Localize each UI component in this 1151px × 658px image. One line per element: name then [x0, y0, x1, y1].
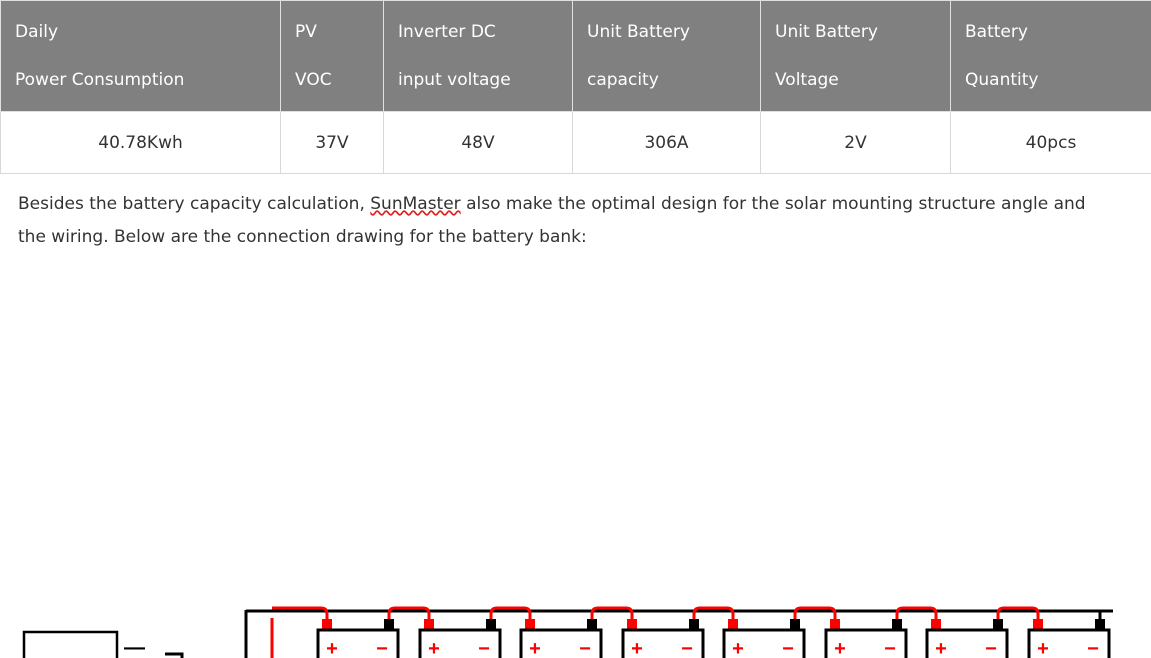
- battery-positive-terminal: [1033, 619, 1043, 630]
- battery-cell[interactable]: + −: [1027, 619, 1111, 658]
- cell-unit-battery-capacity: 306A: [572, 111, 761, 174]
- table-row: 40.78Kwh 37V 48V 306A 2V 40pcs: [0, 111, 1151, 174]
- header-line-2: Power Consumption: [15, 70, 185, 90]
- header-line-1: Battery: [965, 22, 1028, 42]
- battery-negative-terminal: [689, 619, 699, 630]
- battery-minus-symbol: −: [579, 638, 591, 658]
- table-header-pv-voc: PV VOC: [280, 0, 384, 112]
- battery-negative-terminal: [384, 619, 394, 630]
- table-header-battery-quantity: Battery Quantity: [950, 0, 1151, 112]
- table-header-daily-power-consumption: Daily Power Consumption: [0, 0, 281, 112]
- cell-pv-voc: 37V: [280, 111, 384, 174]
- controller-negative-symbol: —: [124, 636, 145, 658]
- table-header-unit-battery-voltage: Unit Battery Voltage: [760, 0, 951, 112]
- battery-minus-symbol: −: [478, 638, 490, 658]
- battery-negative-terminal: [587, 619, 597, 630]
- table-header-inverter-dc-input-voltage: Inverter DC input voltage: [383, 0, 573, 112]
- header-line-2: Voltage: [775, 70, 839, 90]
- battery-negative-terminal: [993, 619, 1003, 630]
- description-paragraph: Besides the battery capacity calculation…: [18, 188, 1103, 254]
- battery-negative-terminal: [1095, 619, 1105, 630]
- header-line-2: Quantity: [965, 70, 1039, 90]
- battery-positive-terminal: [728, 619, 738, 630]
- battery-cell[interactable]: + −: [621, 619, 705, 658]
- battery-positive-terminal: [931, 619, 941, 630]
- battery-bank-wiring-diagram: Solar Charger Controller — + 10KW Invert…: [0, 300, 1151, 658]
- battery-plus-symbol: +: [935, 638, 947, 658]
- header-line-1: PV: [295, 22, 317, 42]
- header-line-1: Unit Battery: [775, 22, 878, 42]
- battery-negative-terminal: [790, 619, 800, 630]
- battery-plus-symbol: +: [732, 638, 744, 658]
- header-line-1: Daily: [15, 22, 59, 42]
- battery-plus-symbol: +: [1037, 638, 1049, 658]
- battery-cell[interactable]: + −: [925, 619, 1009, 658]
- battery-minus-symbol: −: [681, 638, 693, 658]
- header-line-2: input voltage: [398, 70, 511, 90]
- table-header-row: Daily Power Consumption PV VOC Inverter …: [0, 0, 1151, 112]
- table-header-unit-battery-capacity: Unit Battery capacity: [572, 0, 761, 112]
- battery-minus-symbol: −: [782, 638, 794, 658]
- battery-positive-terminal: [424, 619, 434, 630]
- battery-plus-symbol: +: [631, 638, 643, 658]
- battery-cell[interactable]: + −: [418, 619, 502, 658]
- cell-battery-quantity: 40pcs: [950, 111, 1151, 174]
- battery-plus-symbol: +: [834, 638, 846, 658]
- battery-minus-symbol: −: [985, 638, 997, 658]
- battery-positive-terminal: [627, 619, 637, 630]
- specification-table: Daily Power Consumption PV VOC Inverter …: [0, 0, 1151, 174]
- battery-row: + − + − + − + − + − + − + − + −: [272, 606, 1111, 658]
- battery-cell[interactable]: + −: [722, 619, 806, 658]
- battery-grid: +−+−+−+−+−+−+−+−+−+−+−+−+−+−+−+−+−+−+−+−…: [272, 606, 1111, 658]
- battery-negative-terminal: [892, 619, 902, 630]
- header-line-2: capacity: [587, 70, 659, 90]
- battery-positive-terminal: [830, 619, 840, 630]
- battery-plus-symbol: +: [326, 638, 338, 658]
- battery-cell[interactable]: + −: [316, 619, 400, 658]
- battery-cell[interactable]: + −: [519, 619, 603, 658]
- brand-name-sunmaster: SunMaster: [370, 194, 461, 214]
- battery-minus-symbol: −: [884, 638, 896, 658]
- battery-plus-symbol: +: [529, 638, 541, 658]
- battery-cell[interactable]: + −: [824, 619, 908, 658]
- cell-inverter-dc-input-voltage: 48V: [383, 111, 573, 174]
- header-line-1: Unit Battery: [587, 22, 690, 42]
- paragraph-text-before-brand: Besides the battery capacity calculation…: [18, 194, 371, 214]
- solar-charger-controller-block: Solar Charger Controller — +: [22, 630, 184, 658]
- battery-minus-symbol: −: [1087, 638, 1099, 658]
- battery-negative-terminal: [486, 619, 496, 630]
- header-line-1: Inverter DC: [398, 22, 496, 42]
- header-line-2: VOC: [295, 70, 332, 90]
- cell-daily-power-consumption: 40.78Kwh: [0, 111, 281, 174]
- battery-minus-symbol: −: [376, 638, 388, 658]
- battery-positive-terminal: [322, 619, 332, 630]
- cell-unit-battery-voltage: 2V: [760, 111, 951, 174]
- battery-positive-terminal: [525, 619, 535, 630]
- battery-plus-symbol: +: [428, 638, 440, 658]
